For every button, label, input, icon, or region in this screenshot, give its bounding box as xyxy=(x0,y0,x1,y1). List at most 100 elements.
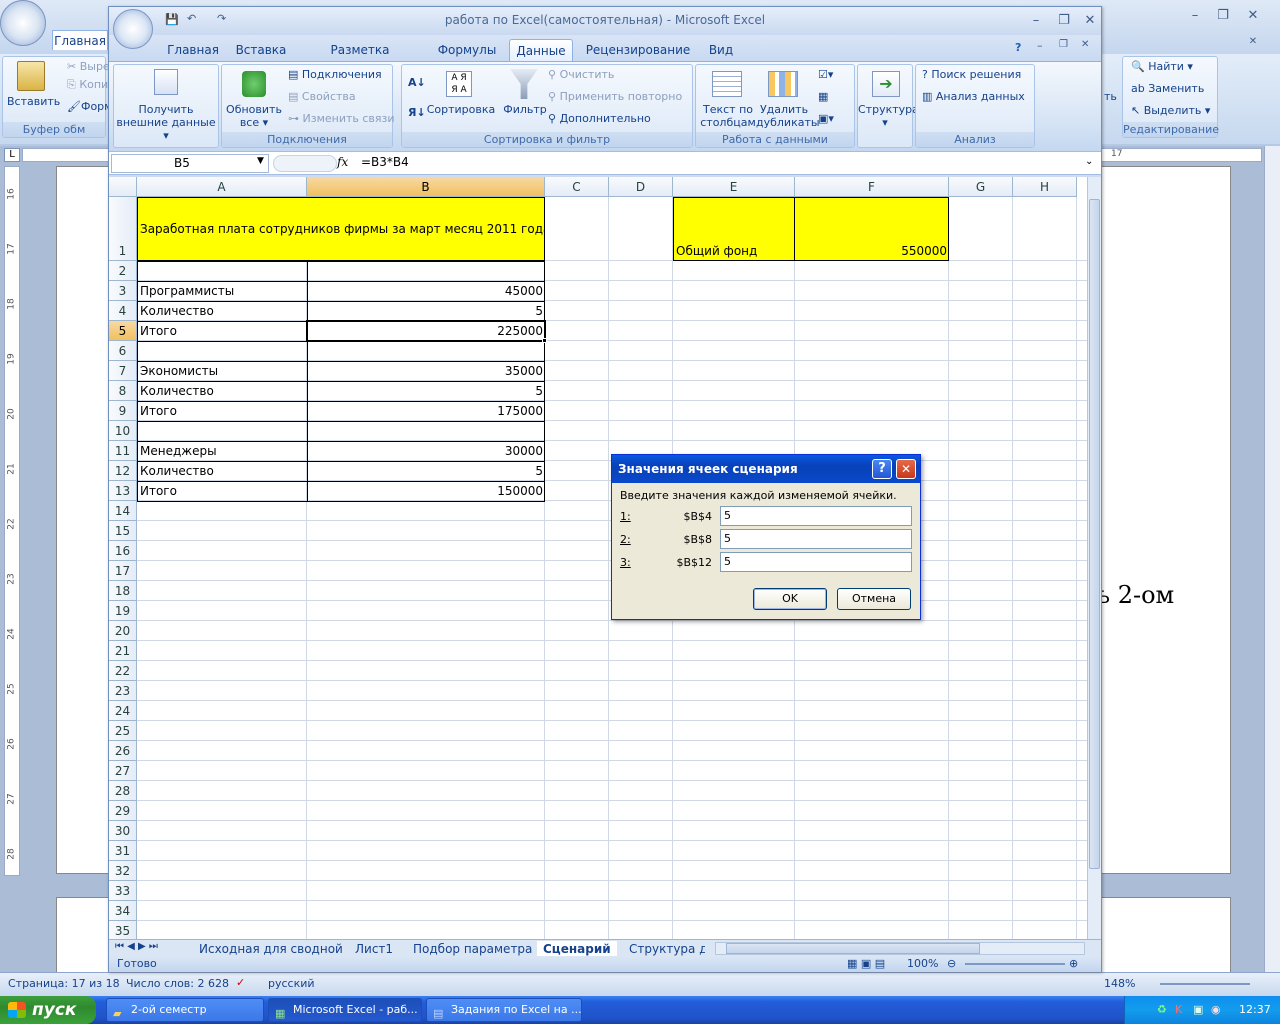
column-header[interactable]: A xyxy=(137,177,307,197)
word-zoom-level[interactable]: 148% xyxy=(1104,977,1135,990)
minimize-icon[interactable]: – xyxy=(1186,8,1204,24)
refresh-all-button[interactable]: Обновить все ▾ xyxy=(222,103,286,129)
first-sheet-icon[interactable]: ⏮ ◀ ▶ ⏭ xyxy=(115,941,158,952)
scenario-value-input[interactable]: 5 xyxy=(720,506,912,526)
sheet-tab-active[interactable]: Сценарий xyxy=(537,941,617,957)
excel-zoom-level[interactable]: 100% xyxy=(907,956,938,972)
workbook-restore-icon[interactable]: ❐ xyxy=(1059,39,1068,50)
name-box[interactable]: B5 xyxy=(111,154,269,173)
cell[interactable]: 5 xyxy=(307,461,545,481)
row-header[interactable]: 9 xyxy=(109,401,137,421)
word-tab-home[interactable]: Главная xyxy=(52,30,108,50)
close-doc-icon[interactable]: ✕ xyxy=(1244,34,1262,50)
cell[interactable]: 175000 xyxy=(307,401,545,421)
insert-function-icon[interactable]: fx xyxy=(337,155,348,169)
taskbar-item[interactable]: ▰ 2-ой семестр xyxy=(106,998,264,1022)
sort-az-icon[interactable]: A↓ xyxy=(408,75,426,91)
connections-button[interactable]: ▤ Подключения xyxy=(288,67,382,83)
tab-view[interactable]: Вид xyxy=(703,39,739,61)
text-to-columns-button[interactable]: Текст по столбцам xyxy=(700,103,756,129)
help-icon[interactable]: ? xyxy=(872,459,892,479)
tab-formulas[interactable]: Формулы xyxy=(431,39,503,61)
row-header[interactable]: 11 xyxy=(109,441,137,461)
row-header[interactable]: 17 xyxy=(109,561,137,581)
close-icon[interactable]: ✕ xyxy=(1244,8,1262,24)
fill-handle[interactable] xyxy=(542,338,547,343)
row-header[interactable]: 24 xyxy=(109,701,137,721)
cell[interactable]: 5 xyxy=(307,301,545,321)
row-header[interactable]: 4 xyxy=(109,301,137,321)
language[interactable]: русский xyxy=(268,977,315,990)
scroll-thumb[interactable] xyxy=(1089,199,1100,869)
tab-page-layout[interactable]: Разметка страницы xyxy=(301,39,419,79)
sheet-title[interactable]: Заработная плата сотрудников фирмы за ма… xyxy=(137,219,545,239)
ok-button[interactable]: OK xyxy=(753,588,827,610)
row-header[interactable]: 14 xyxy=(109,501,137,521)
column-header[interactable]: H xyxy=(1013,177,1077,197)
cut-button[interactable]: ✂ Выре xyxy=(67,59,110,75)
row-header[interactable]: 20 xyxy=(109,621,137,641)
view-buttons[interactable]: ▦ ▣ ▤ xyxy=(847,956,885,972)
get-external-data-button[interactable]: Получить внешние данные ▾ xyxy=(114,103,218,142)
outline-button[interactable]: Структура ▾ xyxy=(858,103,919,129)
tab-insert[interactable]: Вставка xyxy=(229,39,293,61)
cancel-button[interactable]: Отмена xyxy=(837,588,911,610)
network-icon[interactable]: ▣ xyxy=(1193,996,1203,1024)
tab-data[interactable]: Данные xyxy=(509,39,573,61)
filter-button[interactable]: Фильтр xyxy=(500,103,550,116)
spellcheck-icon[interactable]: ✓ xyxy=(236,976,245,989)
row-header[interactable]: 18 xyxy=(109,581,137,601)
zoom-out-icon[interactable]: ⊖ xyxy=(947,956,956,972)
sort-button[interactable]: Сортировка xyxy=(424,103,498,116)
close-icon[interactable]: ✕ xyxy=(1081,13,1099,29)
row-header[interactable]: 16 xyxy=(109,541,137,561)
what-if-icon[interactable]: ▣▾ xyxy=(818,111,834,127)
select-button[interactable]: ↖ Выделить ▾ xyxy=(1131,103,1210,119)
antivirus-icon[interactable]: K xyxy=(1175,996,1182,1024)
sheet-tab[interactable]: Лист1 xyxy=(355,941,393,957)
name-box-dropdown-icon[interactable]: ▼ xyxy=(257,156,264,166)
volume-icon[interactable]: ◉ xyxy=(1211,996,1221,1024)
remove-duplicates-button[interactable]: Удалить дубликаты xyxy=(756,103,820,129)
cell[interactable]: 30000 xyxy=(307,441,545,461)
select-all-corner[interactable] xyxy=(109,177,137,197)
row-header[interactable]: 34 xyxy=(109,901,137,921)
cell[interactable]: Общий фонд xyxy=(673,241,795,261)
row-header[interactable]: 15 xyxy=(109,521,137,541)
horizontal-scrollbar[interactable] xyxy=(715,942,1085,955)
start-button[interactable]: пуск xyxy=(0,996,96,1024)
solver-button[interactable]: ? Поиск решения xyxy=(922,67,1021,83)
row-header[interactable]: 30 xyxy=(109,821,137,841)
properties-button[interactable]: ▤ Свойства xyxy=(288,89,356,105)
taskbar-item[interactable]: ▤ Задания по Excel на ... xyxy=(426,998,582,1022)
help-icon[interactable]: ? xyxy=(1015,41,1021,54)
sheet-tab[interactable]: Исходная для сводной xyxy=(199,941,343,957)
data-validation-icon[interactable]: ☑▾ xyxy=(818,67,833,83)
tray-icon[interactable]: ♻ xyxy=(1157,996,1167,1024)
cell[interactable]: Количество xyxy=(137,381,307,401)
cell[interactable]: Итого xyxy=(137,321,307,341)
tab-home[interactable]: Главная xyxy=(161,39,225,61)
office-button[interactable] xyxy=(0,0,46,46)
taskbar-item-active[interactable]: ▦ Microsoft Excel - раб... xyxy=(268,998,422,1022)
paste-button[interactable]: Вставить xyxy=(7,95,60,108)
row-header[interactable]: 35 xyxy=(109,921,137,939)
edit-links-button[interactable]: ⊶ Изменить связи xyxy=(288,111,395,127)
row-header[interactable]: 23 xyxy=(109,681,137,701)
restore-icon[interactable]: ❐ xyxy=(1055,13,1073,29)
excel-zoom-slider[interactable] xyxy=(965,963,1065,965)
row-header[interactable]: 31 xyxy=(109,841,137,861)
zoom-in-icon[interactable]: ⊕ xyxy=(1069,956,1078,972)
cell[interactable]: Итого xyxy=(137,401,307,421)
worksheet-grid[interactable]: A B C D E F G H 1 2 3 4 5 6 7 8 9 10 11 12 13 14 15 16 17 18 19 20 2… xyxy=(109,177,1087,939)
row-header[interactable]: 26 xyxy=(109,741,137,761)
row-header[interactable]: 8 xyxy=(109,381,137,401)
row-header[interactable]: 27 xyxy=(109,761,137,781)
replace-button[interactable]: ab Заменить xyxy=(1131,81,1204,97)
column-header[interactable]: G xyxy=(949,177,1013,197)
cell[interactable]: 5 xyxy=(307,381,545,401)
column-header[interactable]: E xyxy=(673,177,795,197)
clear-filter-button[interactable]: ⚲ Очистить xyxy=(548,67,614,83)
formula-bar-divider[interactable] xyxy=(273,155,337,172)
format-painter-button[interactable]: 🖌Форм xyxy=(67,99,112,115)
